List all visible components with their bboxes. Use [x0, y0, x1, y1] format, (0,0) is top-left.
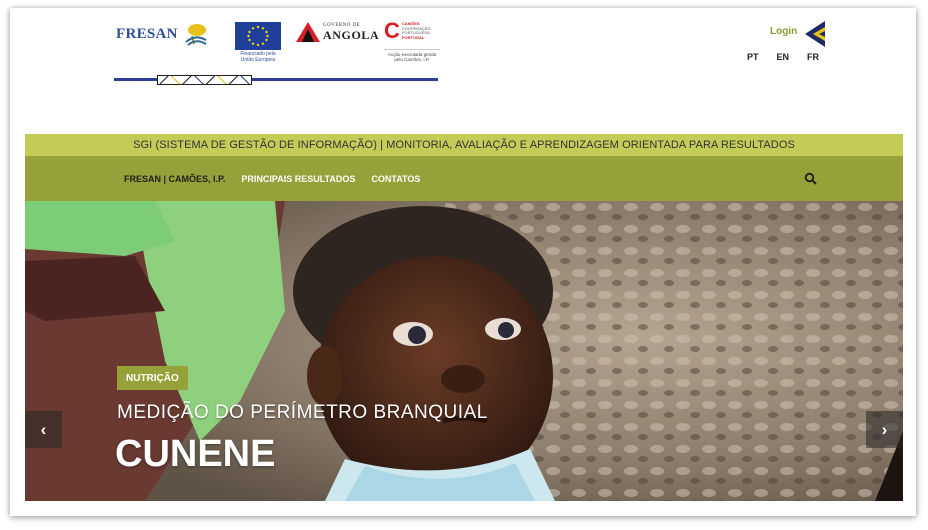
slider-prev-button[interactable]: ‹: [25, 411, 62, 448]
category-badge[interactable]: NUTRIÇÃO: [117, 366, 188, 390]
site-header: FRESAN Financiado pela União Europeia GO…: [10, 8, 916, 132]
language-switcher: PT EN FR: [747, 52, 819, 62]
fresan-logo-text: FRESAN: [116, 25, 178, 42]
chevron-left-icon: ‹: [40, 419, 47, 439]
lang-en[interactable]: EN: [777, 52, 790, 62]
system-banner-text: SGI (SISTEMA DE GESTÃO DE INFORMAÇÃO) | …: [133, 139, 795, 151]
fresan-logo[interactable]: FRESAN: [116, 22, 208, 46]
nav-item-home[interactable]: FRESAN | CAMÕES, I.P.: [124, 174, 225, 184]
angola-emblem-icon: [296, 22, 320, 42]
hero-subtitle: MEDIÇÃO DO PERÍMETRO BRANQUIAL: [117, 402, 488, 423]
slider-next-button[interactable]: ›: [866, 411, 903, 448]
hero-slider: NUTRIÇÃO MEDIÇÃO DO PERÍMETRO BRANQUIAL …: [25, 201, 903, 501]
eu-logo: Financiado pela União Europeia: [235, 22, 281, 63]
search-icon[interactable]: [804, 172, 818, 186]
fresan-leaf-icon: [185, 24, 207, 46]
browser-page: FRESAN Financiado pela União Europeia GO…: [10, 8, 916, 516]
hero-title: CUNENE: [115, 433, 276, 475]
chevron-right-icon: ›: [881, 419, 888, 439]
login-link[interactable]: Login: [770, 26, 797, 37]
system-banner: SGI (SISTEMA DE GESTÃO DE INFORMAÇÃO) | …: [25, 134, 903, 156]
nav-item-results[interactable]: PRINCIPAIS RESULTADOS: [241, 174, 355, 184]
nav-item-contacts[interactable]: CONTATOS: [371, 174, 420, 184]
camoes-c-icon: C: [384, 18, 400, 43]
eu-caption: Financiado pela União Europeia: [240, 51, 276, 63]
angola-logo: GOVERNO DE ANGOLA: [296, 22, 379, 42]
lang-fr[interactable]: FR: [807, 52, 819, 62]
lang-pt[interactable]: PT: [747, 52, 759, 62]
eu-flag-icon: [235, 22, 281, 50]
main-nav: FRESAN | CAMÕES, I.P. PRINCIPAIS RESULTA…: [25, 156, 903, 201]
angola-big-text: ANGOLA: [323, 28, 380, 42]
pattern-strip: [157, 75, 252, 85]
camoes-caption: Acção executada gerida pelo Camões, I.P.: [384, 49, 440, 62]
site-emblem-icon: [805, 21, 825, 52]
camoes-line-4: PORTUGAL: [401, 34, 425, 40]
camoes-logo: C CAMÕES COOPERAÇÃO PORTUGUESA PORTUGAL …: [384, 20, 440, 62]
